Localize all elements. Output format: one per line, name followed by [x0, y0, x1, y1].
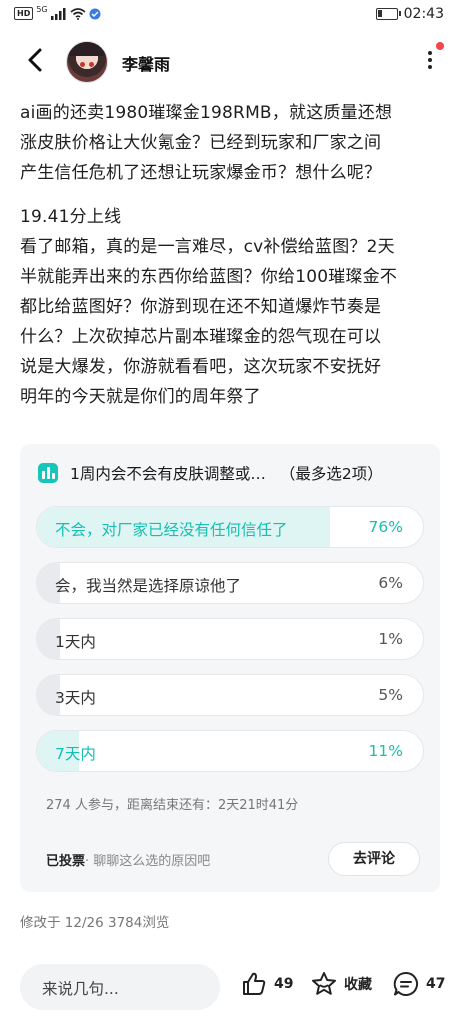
- poll-limit: （最多选2项）: [279, 465, 383, 483]
- comment-input-placeholder: 来说几句...: [42, 980, 119, 998]
- wifi-icon: [70, 7, 86, 20]
- network-label: 5G: [36, 5, 48, 14]
- chevron-left-icon[interactable]: [22, 44, 50, 76]
- poll-option-percent: 1%: [378, 630, 403, 648]
- poll-option[interactable]: 会，我当然是选择原谅他了 6%: [36, 562, 424, 604]
- poll-option-label: 3天内: [55, 689, 96, 707]
- body-line: 什么？上次砍掉芯片副本璀璨金的怨气现在可以: [20, 327, 382, 347]
- poll-option-label: 不会，对厂家已经没有任何信任了: [55, 521, 288, 539]
- poll-option[interactable]: 7天内 11%: [36, 730, 424, 772]
- favorite-button[interactable]: 收藏: [310, 970, 372, 998]
- comment-input[interactable]: 来说几句...: [20, 964, 220, 1010]
- notification-dot: [436, 42, 444, 50]
- status-right: 02:43: [375, 6, 444, 22]
- body-line: 明年的今天就是你们的周年祭了: [20, 387, 261, 407]
- poll-option-percent: 5%: [378, 686, 403, 704]
- voted-label: 已投票: [46, 854, 86, 869]
- bottom-action-bar: 来说几句... 49 收藏 47: [0, 948, 460, 1024]
- body-line: 半就能弄出来的东西你给蓝图？你给100璀璨金不: [20, 267, 398, 287]
- avatar[interactable]: [66, 41, 108, 83]
- poll-option-percent: 6%: [378, 574, 403, 592]
- poll-header: 1周内会不会有皮肤调整或… （最多选2项）: [38, 462, 383, 484]
- comment-count: 47: [426, 976, 446, 992]
- poll-option[interactable]: 不会，对厂家已经没有任何信任了 76%: [36, 506, 424, 548]
- post-header: 李馨雨: [0, 30, 460, 92]
- signal-icon: [50, 7, 66, 20]
- body-line: ai画的还卖1980璀璨金198RMB，就这质量还想: [20, 103, 393, 123]
- poll-vote-status: 已投票· 聊聊这么选的原因吧: [46, 850, 210, 869]
- like-button[interactable]: 49: [240, 970, 293, 998]
- favorite-label: 收藏: [344, 977, 372, 993]
- comment-bubble-icon: [393, 971, 418, 996]
- body-line: 涨皮肤价格让大伙氪金？已经到玩家和厂家之间: [20, 133, 382, 153]
- battery-icon: [375, 8, 401, 20]
- poll-option-label: 会，我当然是选择原谅他了: [55, 577, 242, 595]
- body-line: 说是大爆发，你游就看看吧，这次玩家不安抚好: [20, 357, 382, 377]
- comment-button[interactable]: 47: [392, 970, 445, 998]
- post-body: ai画的还卖1980璀璨金198RMB，就这质量还想 涨皮肤价格让大伙氪金？已经…: [20, 98, 444, 412]
- poll-option-label: 7天内: [55, 745, 96, 763]
- body-line: 19.41分上线: [20, 207, 122, 227]
- star-icon: [312, 972, 336, 995]
- more-vertical-icon[interactable]: [426, 48, 434, 72]
- body-line: 看了邮箱，真的是一言难尽，cv补偿给蓝图？2天: [20, 237, 395, 257]
- poll-chart-icon: [38, 463, 58, 483]
- status-bar: HD 5G 02:43: [0, 0, 460, 30]
- poll-option[interactable]: 1天内 1%: [36, 618, 424, 660]
- body-line: 都比给蓝图好？你游到现在还不知道爆炸节奏是: [20, 297, 382, 317]
- hd-badge: HD: [14, 7, 34, 20]
- clock: 02:43: [403, 6, 444, 22]
- poll-participants: 274 人参与，距离结束还有：2天21时41分: [46, 798, 299, 813]
- poll-card: 1周内会不会有皮肤调整或… （最多选2项） 不会，对厂家已经没有任何信任了 76…: [20, 444, 440, 892]
- go-comment-button[interactable]: 去评论: [328, 842, 420, 876]
- like-count: 49: [274, 976, 294, 992]
- poll-option-percent: 76%: [368, 518, 403, 536]
- body-line: 产生信任危机了还想让玩家爆金币？想什么呢？: [20, 163, 382, 183]
- poll-option[interactable]: 3天内 5%: [36, 674, 424, 716]
- modified-info: 修改于 12/26 3784浏览: [20, 915, 170, 931]
- status-left: HD 5G: [14, 5, 101, 20]
- author-name[interactable]: 李馨雨: [122, 51, 170, 75]
- voted-hint: · 聊聊这么选的原因吧: [85, 854, 211, 869]
- poll-option-label: 1天内: [55, 633, 96, 651]
- thumbs-up-icon: [243, 972, 266, 995]
- app-notification-icon: [89, 8, 101, 19]
- poll-option-percent: 11%: [368, 742, 403, 760]
- poll-title[interactable]: 1周内会不会有皮肤调整或…: [70, 462, 266, 484]
